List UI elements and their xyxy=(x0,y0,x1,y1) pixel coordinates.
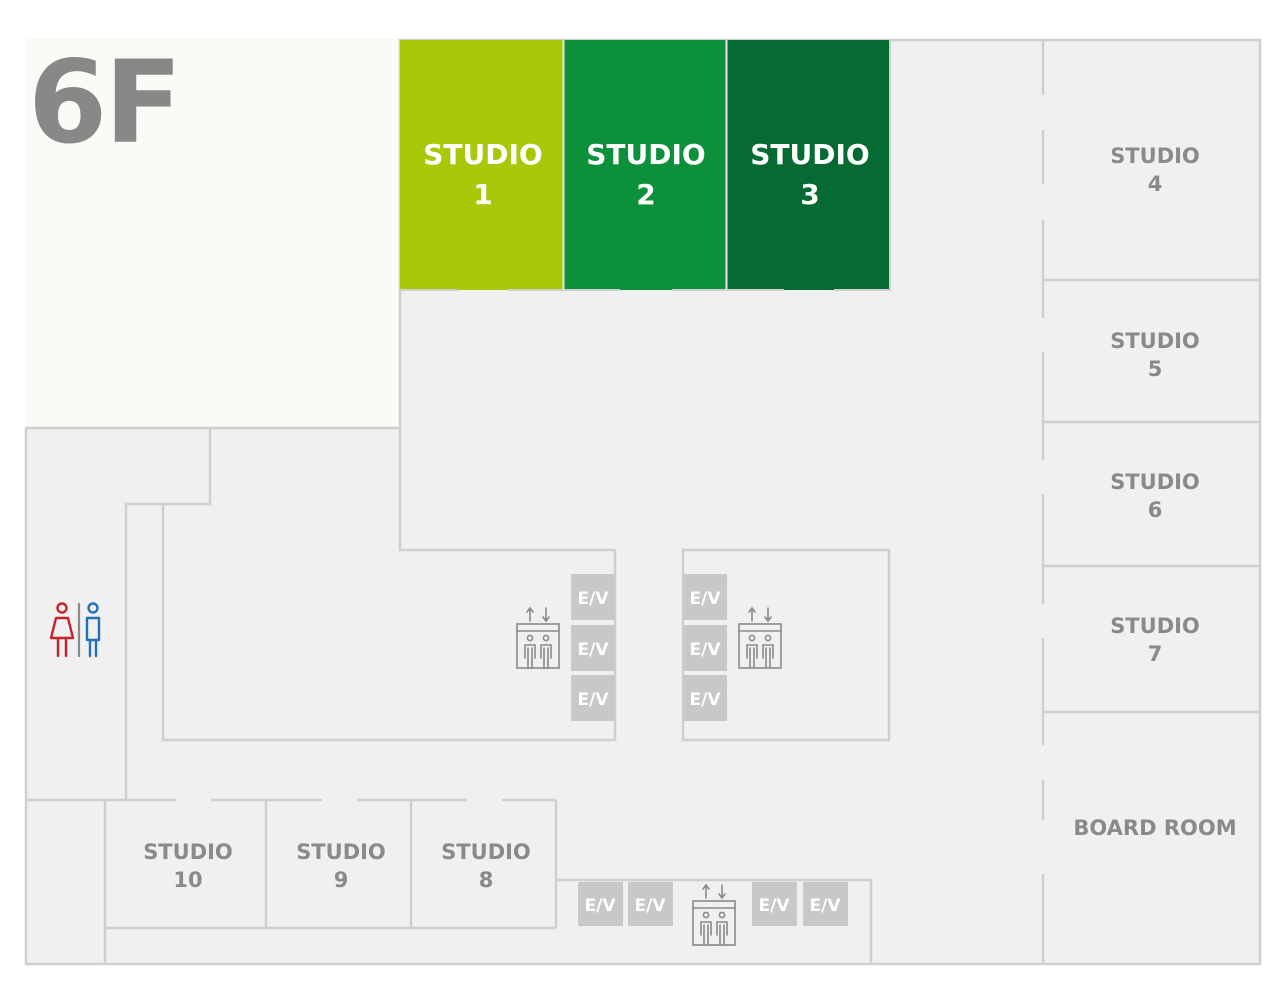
studio-8-label-line2: 8 xyxy=(479,868,494,892)
ev-tile-label: E/V xyxy=(578,589,610,609)
ev-tile[interactable]: E/V xyxy=(803,882,848,926)
studio-7-label-line2: 7 xyxy=(1148,642,1163,666)
ev-tile-label: E/V xyxy=(690,589,722,609)
studio-1-label-line2: 1 xyxy=(473,178,492,211)
studio-2-label-line1: STUDIO xyxy=(586,138,705,171)
ev-tile[interactable]: E/V xyxy=(752,882,797,926)
floor-plan: 6F STUDIO 1 STUDIO 2 STUDIO 3 STUDIO 4 S… xyxy=(24,36,1262,966)
ev-tile[interactable]: E/V xyxy=(571,574,615,620)
studio-6-label-line1: STUDIO xyxy=(1110,470,1200,494)
ev-tile[interactable]: E/V xyxy=(628,882,673,926)
studio-8-label-line1: STUDIO xyxy=(441,840,531,864)
ev-tile[interactable]: E/V xyxy=(571,625,615,671)
ev-tile-label: E/V xyxy=(810,896,842,916)
ev-tile[interactable]: E/V xyxy=(683,625,727,671)
studio-3-label-line2: 3 xyxy=(800,178,819,211)
ev-tile-label: E/V xyxy=(759,896,791,916)
studio-10-label-line2: 10 xyxy=(173,868,202,892)
studio-7-label-line1: STUDIO xyxy=(1110,614,1200,638)
studio-6-label-line2: 6 xyxy=(1148,498,1163,522)
studio-1-label-line1: STUDIO xyxy=(423,138,542,171)
board-room-label: BOARD ROOM xyxy=(1073,816,1236,840)
ev-tile-label: E/V xyxy=(578,690,610,710)
ev-tile-label: E/V xyxy=(585,896,617,916)
studio-3-label-line1: STUDIO xyxy=(750,138,869,171)
ev-tile[interactable]: E/V xyxy=(683,675,727,721)
ev-tile[interactable]: E/V xyxy=(683,574,727,620)
studio-4-label-line1: STUDIO xyxy=(1110,144,1200,168)
ev-tile[interactable]: E/V xyxy=(571,675,615,721)
ev-tile-label: E/V xyxy=(635,896,667,916)
studio-5-label-line2: 5 xyxy=(1148,357,1163,381)
ev-tile-label: E/V xyxy=(578,640,610,660)
ev-tile-label: E/V xyxy=(690,640,722,660)
studio-10-label-line1: STUDIO xyxy=(143,840,233,864)
studio-4-label-line2: 4 xyxy=(1148,172,1163,196)
floor-label: 6F xyxy=(28,36,179,169)
studio-9-label-line2: 9 xyxy=(334,868,349,892)
studio-2-label-line2: 2 xyxy=(636,178,655,211)
ev-tile[interactable]: E/V xyxy=(578,882,623,926)
studio-5-label-line1: STUDIO xyxy=(1110,329,1200,353)
ev-tile-label: E/V xyxy=(690,690,722,710)
studio-9-label-line1: STUDIO xyxy=(296,840,386,864)
